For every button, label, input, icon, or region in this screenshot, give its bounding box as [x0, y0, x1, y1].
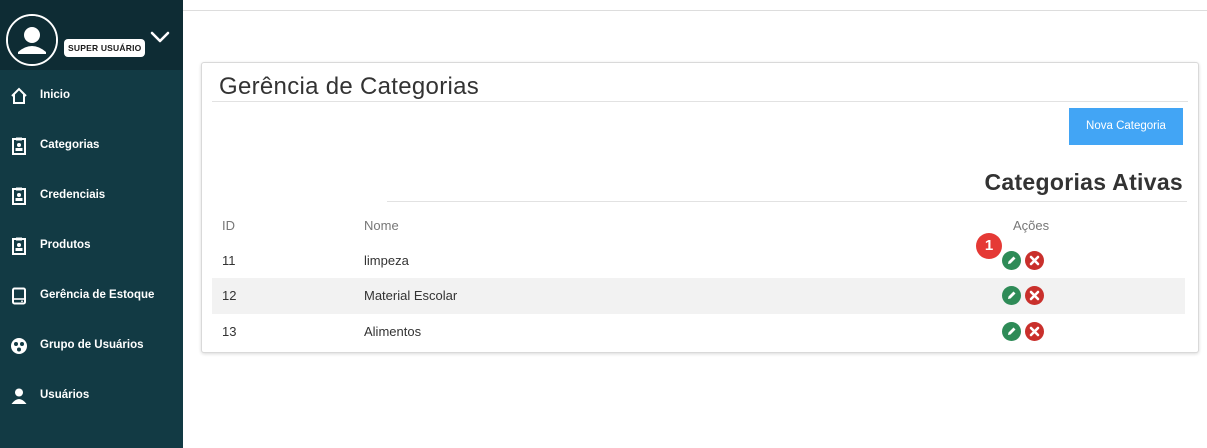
sidebar-item-produtos[interactable]: Produtos	[0, 227, 183, 267]
chevron-down-icon[interactable]	[150, 30, 170, 44]
sidebar-item-inicio[interactable]: Inicio	[0, 77, 183, 117]
delete-button[interactable]	[1025, 251, 1044, 270]
clipboard-icon	[12, 237, 26, 255]
annotation-marker: 1	[976, 233, 1002, 259]
role-badge: SUPER USUÁRIO	[64, 39, 146, 57]
user-panel: SUPER USUÁRIO	[0, 0, 183, 70]
table-row: 13 Alimentos	[212, 314, 1185, 350]
delete-button[interactable]	[1025, 322, 1044, 341]
sidebar-item-label: Gerência de Estoque	[40, 289, 155, 301]
user-avatar-icon	[8, 16, 56, 64]
sidebar-item-usuarios[interactable]: Usuários	[0, 377, 183, 417]
title-divider	[212, 101, 1188, 102]
row-name: Material Escolar	[364, 288, 458, 303]
table-row: 12 Material Escolar	[212, 278, 1185, 314]
column-header-actions: Ações	[1013, 218, 1050, 233]
section-title: Categorias Ativas	[984, 169, 1183, 195]
user-icon	[11, 388, 27, 404]
sidebar-item-label: Grupo de Usuários	[40, 339, 144, 351]
row-name: limpeza	[364, 253, 409, 268]
sidebar-item-categorias[interactable]: Categorias	[0, 127, 183, 167]
sidebar-item-gerencia-estoque[interactable]: Gerência de Estoque	[0, 277, 183, 317]
sidebar-item-label: Categorias	[40, 139, 100, 151]
pencil-icon	[1008, 327, 1016, 335]
sidebar-item-label: Inicio	[40, 89, 71, 101]
storage-icon	[12, 287, 26, 305]
table-row: 11 limpeza	[212, 243, 1185, 279]
column-header-id: ID	[222, 218, 235, 233]
page-title: Gerência de Categorias	[219, 73, 480, 100]
sidebar-item-grupo-usuarios[interactable]: Grupo de Usuários	[0, 327, 183, 367]
close-icon	[1029, 255, 1040, 266]
edit-button[interactable]	[1002, 251, 1021, 270]
clipboard-icon	[12, 137, 26, 155]
column-header-name: Nome	[364, 218, 399, 233]
delete-button[interactable]	[1025, 286, 1044, 305]
sidebar-item-label: Credenciais	[40, 189, 106, 201]
clipboard-icon	[12, 187, 26, 205]
row-id: 11	[222, 253, 236, 268]
categories-panel: Gerência de Categorias Nova Categoria Ca…	[201, 62, 1199, 353]
sidebar-item-label: Produtos	[40, 239, 91, 251]
pencil-icon	[1008, 256, 1016, 264]
close-icon	[1029, 290, 1040, 301]
row-id: 13	[222, 324, 237, 339]
row-id: 12	[222, 288, 237, 303]
edit-button[interactable]	[1002, 322, 1021, 341]
top-divider	[183, 10, 1207, 11]
sidebar-item-label: Usuários	[40, 389, 90, 401]
close-icon	[1029, 326, 1040, 337]
section-divider	[387, 201, 1187, 202]
sidebar: SUPER USUÁRIO Inicio Categorias Credenci…	[0, 0, 183, 448]
sidebar-item-credenciais[interactable]: Credenciais	[0, 177, 183, 217]
pencil-icon	[1008, 291, 1016, 299]
group-icon	[11, 338, 27, 354]
edit-button[interactable]	[1002, 286, 1021, 305]
home-icon	[11, 87, 27, 104]
row-name: Alimentos	[364, 324, 422, 339]
avatar[interactable]	[6, 14, 58, 66]
new-category-button[interactable]: Nova Categoria	[1069, 108, 1183, 145]
